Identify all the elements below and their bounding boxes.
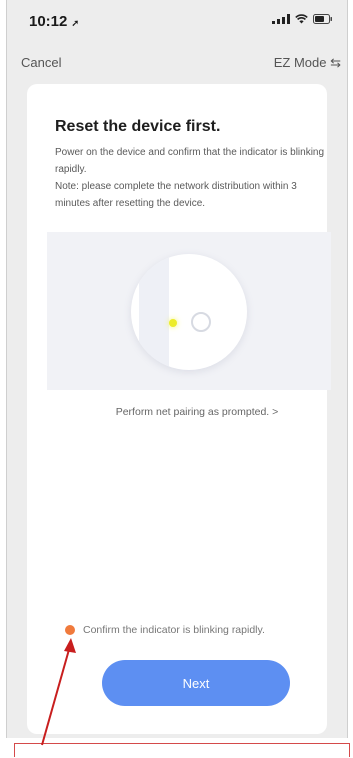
status-bar: 10:12 ➚ xyxy=(7,0,347,44)
reset-instructions-card: Reset the device first. Power on the dev… xyxy=(27,84,331,734)
next-button[interactable]: Next xyxy=(102,660,290,706)
instructions-text: Power on the device and confirm that the… xyxy=(55,144,325,212)
device-image xyxy=(131,254,247,370)
wifi-icon xyxy=(295,14,308,24)
confirm-indicator-row[interactable]: Confirm the indicator is blinking rapidl… xyxy=(65,624,265,636)
device-edge xyxy=(139,254,169,370)
battery-icon xyxy=(313,14,332,24)
page-title: Reset the device first. xyxy=(55,118,221,135)
instruction-line-note: Note: please complete the network distri… xyxy=(55,181,297,209)
status-icons xyxy=(272,14,333,24)
device-illustration xyxy=(47,232,331,390)
phone-screen: 10:12 ➚ Cancel EZ Mode ⇆ Reset the devic… xyxy=(6,0,348,738)
confirm-checkbox-icon[interactable] xyxy=(65,625,75,635)
status-time: 10:12 ➚ xyxy=(29,13,79,30)
indicator-light-icon xyxy=(169,319,177,327)
nav-bar: Cancel EZ Mode ⇆ xyxy=(7,50,347,78)
location-icon: ➚ xyxy=(71,18,80,28)
status-time-text: 10:12 xyxy=(29,13,68,30)
annotation-box xyxy=(14,743,350,757)
ez-mode-switch[interactable]: EZ Mode ⇆ xyxy=(274,55,341,71)
power-button-icon xyxy=(191,312,211,332)
confirm-indicator-label[interactable]: Confirm the indicator is blinking rapidl… xyxy=(83,624,265,636)
instruction-line-power: Power on the device and confirm that the… xyxy=(55,147,325,175)
pairing-guide-link[interactable]: Perform net pairing as prompted. > xyxy=(27,406,353,418)
cancel-button[interactable]: Cancel xyxy=(21,55,61,70)
signal-icon xyxy=(272,14,290,24)
